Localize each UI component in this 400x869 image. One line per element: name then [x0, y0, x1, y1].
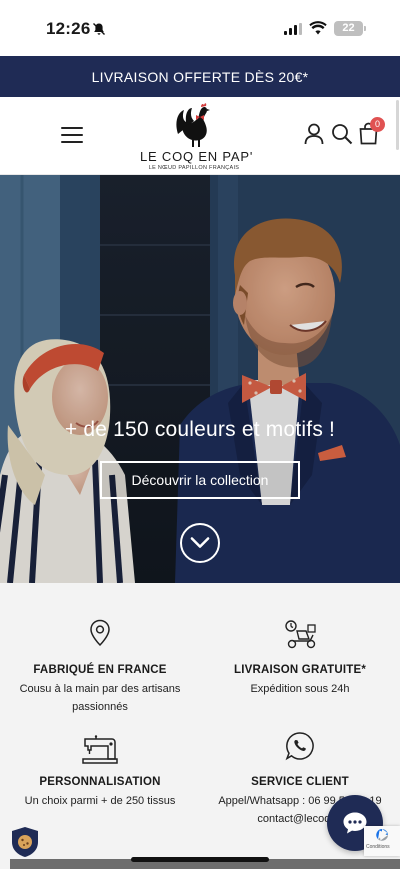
logo-name: LE COQ EN PAP': [140, 149, 254, 164]
status-bar: 12:26 22: [0, 0, 400, 56]
hero-title: + de 150 couleurs et motifs !: [64, 418, 336, 441]
discover-collection-label: Découvrir la collection: [131, 472, 269, 488]
feature-text: Un choix parmi + de 250 tissus: [24, 795, 176, 807]
user-icon[interactable]: [304, 123, 324, 145]
hero-photo: [0, 175, 400, 583]
feature-text: Cousu à la main par des artisans passion…: [19, 683, 181, 713]
logo-tagline: LE NŒUD PAPILLON FRANÇAIS: [148, 165, 240, 171]
hero-banner: + de 150 couleurs et motifs ! Découvrir …: [0, 175, 400, 583]
status-time: 12:26: [46, 19, 91, 38]
promo-text: LIVRAISON OFFERTE DÈS 20€*: [91, 68, 309, 85]
site-logo[interactable]: LE COQ EN PAP' LE NŒUD PAPILLON FRANÇAIS: [140, 100, 254, 174]
signal-icon: [284, 23, 302, 35]
search-icon[interactable]: [331, 123, 353, 145]
bell-muted-icon: [93, 23, 105, 35]
feature-title: PERSONNALISATION: [39, 776, 161, 788]
recaptcha-badge[interactable]: Conditions: [364, 826, 400, 856]
scroll-down-chevron-icon[interactable]: [180, 523, 220, 563]
site-header: LE COQ EN PAP' LE NŒUD PAPILLON FRANÇAIS: [0, 97, 400, 175]
discover-collection-button[interactable]: Découvrir la collection: [100, 461, 300, 499]
feature-personalisation: PERSONNALISATION Un choix parmi + de 250…: [0, 735, 200, 810]
feature-title: SERVICE CLIENT: [251, 776, 349, 788]
feature-free-delivery: LIVRAISON GRATUITE* Expédition sous 24h: [200, 619, 400, 698]
feature-title: LIVRAISON GRATUITE*: [233, 664, 366, 676]
feature-made-in-france: FABRIQUÉ EN FRANCE Cousu à la main par d…: [0, 619, 200, 716]
location-pin-icon: [90, 619, 110, 647]
cookie-consent-icon[interactable]: [11, 826, 39, 858]
delivery-scooter-icon: [285, 620, 316, 649]
home-indicator[interactable]: [131, 857, 269, 862]
menu-icon[interactable]: [61, 127, 83, 143]
rooster-logo-icon: [176, 103, 210, 147]
recaptcha-icon: [376, 829, 388, 841]
promo-banner[interactable]: LIVRAISON OFFERTE DÈS 20€*: [0, 56, 400, 97]
feature-title: FABRIQUÉ EN FRANCE: [33, 664, 167, 676]
recaptcha-conditions[interactable]: Conditions: [366, 844, 390, 850]
cart-count-badge[interactable]: 0: [370, 117, 385, 132]
feature-text: Expédition sous 24h: [250, 683, 350, 695]
battery-indicator: 22: [334, 21, 366, 36]
whatsapp-icon: [285, 732, 314, 761]
scrollbar[interactable]: [396, 100, 399, 150]
sewing-machine-icon: [82, 735, 118, 764]
wifi-icon: [309, 21, 327, 35]
